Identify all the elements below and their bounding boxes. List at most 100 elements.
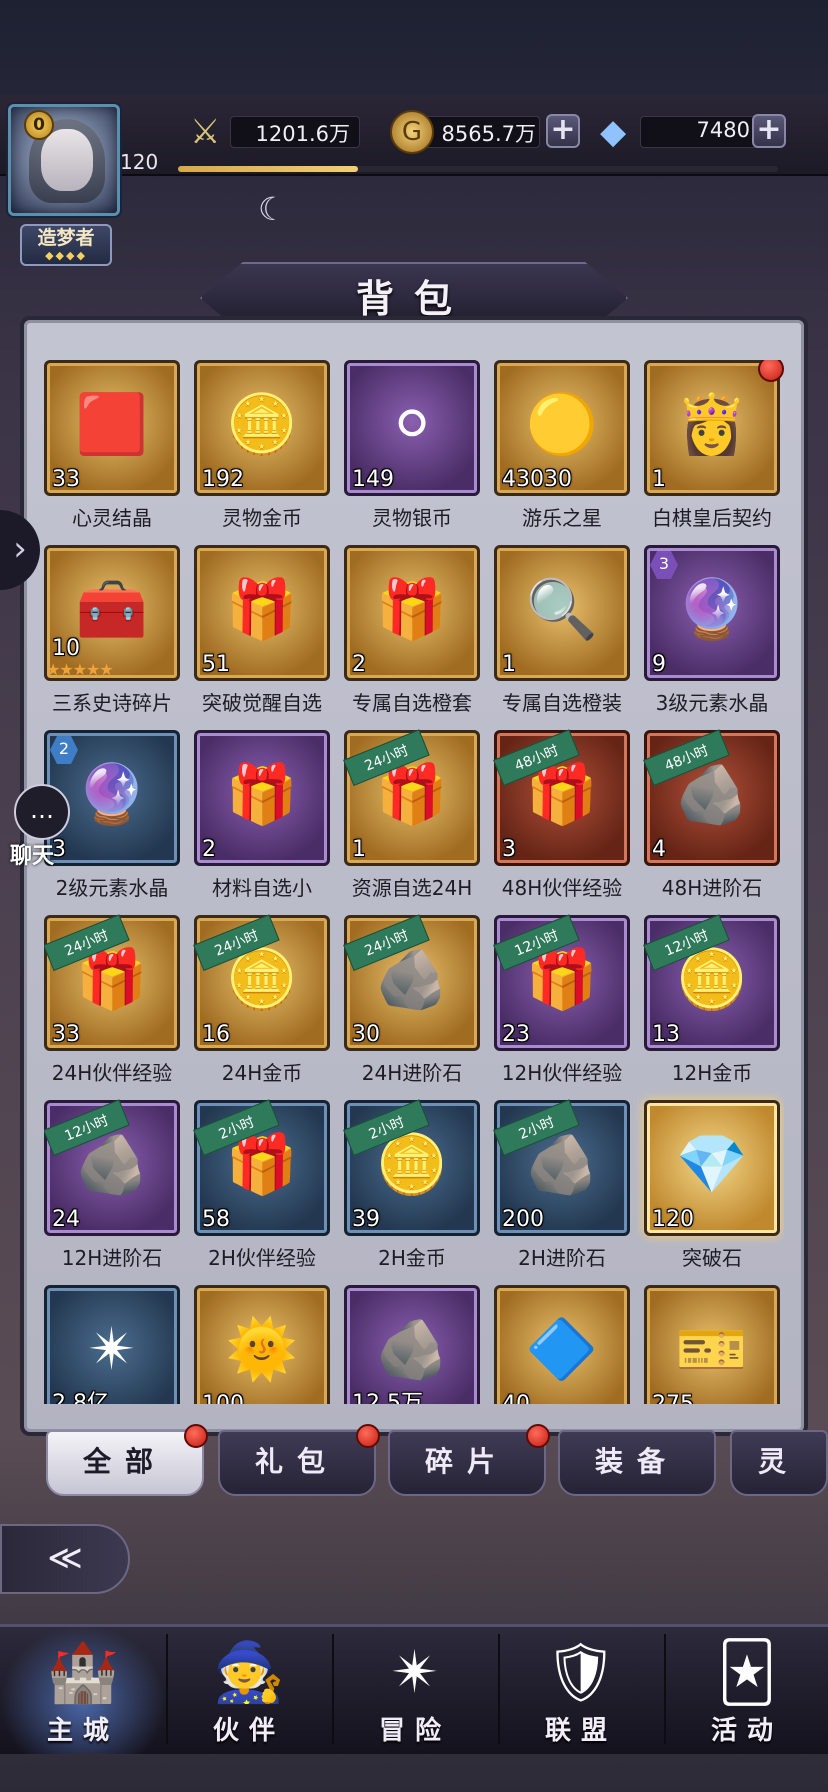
tab-label: 碎片 [424, 1445, 509, 1478]
inventory-slot[interactable]: 🪨 24小时 30 [343, 914, 480, 1051]
nav-label: 活动 [710, 1716, 783, 1746]
item-name: 24H进阶石 [361, 1061, 463, 1085]
nav-item-3[interactable]: 🛡 联盟 [498, 1624, 664, 1754]
inventory-slot[interactable]: ⚪ 149 [344, 360, 480, 496]
notification-dot [758, 360, 784, 382]
item-quantity: 1 [652, 467, 666, 492]
inventory-slot[interactable]: 🎁 2小时 58 [193, 1099, 330, 1236]
add-gold-button[interactable]: + [546, 114, 580, 148]
inventory-slot[interactable]: 🔮 3 9 [644, 545, 780, 681]
inventory-slot[interactable]: 🪙 2小时 39 [343, 1099, 480, 1236]
tab-2[interactable]: 碎片 [388, 1424, 550, 1496]
item-icon: 🔍 [525, 574, 599, 643]
inventory-slot[interactable]: 🔷 40 [494, 1285, 630, 1404]
inventory-grid[interactable]: 🟥 33 心灵结晶 🪙 192 灵物金币 ⚪ 149 灵物银币 🟡 43030 游乐之星 👸 1 白棋皇后契… [44, 360, 784, 1404]
nav-item-4[interactable]: 🃏 活动 [664, 1624, 828, 1754]
item-icon: 🎫 [675, 1314, 749, 1383]
inventory-slot[interactable]: 🎁 24小时 33 [44, 914, 180, 1051]
nav-icon: 🧙 [212, 1638, 286, 1706]
inventory-slot[interactable]: 🪙 12小时 13 [643, 914, 780, 1051]
nav-item-1[interactable]: 🧙 伙伴 [166, 1624, 332, 1754]
inventory-slot[interactable]: 🪨 2小时 200 [493, 1099, 630, 1236]
item-icon: 🟥 [75, 389, 149, 458]
inventory-slot[interactable]: 🎁 2 [344, 545, 480, 681]
item-name: 心灵结晶 [72, 506, 152, 530]
inventory-slot[interactable]: 🪨 12.5万 [344, 1285, 480, 1404]
inventory-slot[interactable]: 🎫 275 [644, 1285, 780, 1404]
item-icon: 🟡 [525, 389, 599, 458]
diamond-resource: ◆ 7480 [600, 110, 770, 154]
nav-item-0[interactable]: 🏰 主城 [0, 1624, 166, 1754]
nav-label: 主城 [46, 1716, 119, 1746]
item-name: 48H进阶石 [661, 876, 763, 900]
tab-1[interactable]: 礼包 [218, 1424, 380, 1496]
notification-dot [184, 1424, 208, 1448]
inventory-slot[interactable]: 🌞 100 [194, 1285, 330, 1404]
inventory-slot[interactable]: 👸 1 [644, 360, 784, 496]
nav-item-2[interactable]: ✴ 冒险 [332, 1624, 498, 1754]
inventory-slot[interactable]: 💎 120 [644, 1100, 780, 1236]
item-quantity: 24 [52, 1207, 80, 1232]
item-name: 12H伙伴经验 [501, 1061, 623, 1085]
nav-divider [664, 1634, 666, 1744]
inventory-slot[interactable]: 🔍 1 [494, 545, 630, 681]
tab-label: 灵 [757, 1445, 800, 1478]
item-name: 48H伙伴经验 [501, 876, 623, 900]
vip-badge[interactable]: 0 [24, 110, 54, 140]
inventory-slot[interactable]: 🪨 12小时 24 [44, 1099, 180, 1236]
inventory-slot[interactable]: 🪙 192 [194, 360, 330, 496]
chat-button[interactable]: … 聊天 [4, 784, 76, 869]
inventory-slot[interactable]: 🪙 24小时 16 [193, 914, 330, 1051]
notification-dot [356, 1424, 380, 1448]
item-icon: 🌞 [225, 1314, 299, 1383]
avatar-face [41, 129, 93, 191]
inventory-slot[interactable]: 🎁 12小时 23 [493, 914, 630, 1051]
nav-label: 冒险 [378, 1716, 451, 1746]
inventory-slot[interactable]: 🎁 51 [194, 545, 330, 681]
tab-3[interactable]: 装备 [558, 1430, 716, 1496]
player-title: 造梦者 [37, 227, 95, 249]
inventory-slot[interactable]: 🟥 33 [44, 360, 180, 496]
inventory-slot[interactable]: 🎁 2 [194, 730, 330, 866]
item-quantity: 43030 [502, 467, 572, 492]
gold-coin-icon: G [390, 110, 434, 154]
item-icon: 👸 [675, 389, 749, 458]
diamond-value: 7480 [696, 118, 750, 142]
inventory-slot[interactable]: 🧰 ★★★★★ 10 [44, 545, 180, 681]
add-diamond-button[interactable]: + [752, 114, 786, 148]
inventory-slot[interactable]: 🎁 48小时 3 [493, 729, 630, 866]
inventory-slot[interactable]: 🎁 24小时 1 [343, 729, 480, 866]
tab-0[interactable]: 全部 [46, 1424, 208, 1496]
back-button[interactable]: ≪ [0, 1524, 130, 1594]
item-icon: 🔷 [525, 1314, 599, 1383]
item-name: 24H伙伴经验 [51, 1061, 173, 1085]
item-quantity: 2 [352, 652, 366, 677]
item-icon: 🪙 [225, 389, 299, 458]
diamond-icon: ◆ [600, 112, 627, 152]
player-title-badge[interactable]: 造梦者 ◆◆◆◆ [20, 224, 112, 266]
tab-label: 装备 [594, 1445, 679, 1478]
inventory-slot[interactable]: ✴ 2.8亿 [44, 1285, 180, 1404]
item-icon: 🔮 [75, 759, 149, 828]
tab-4[interactable]: 灵 [730, 1430, 828, 1496]
notification-dot [526, 1424, 550, 1448]
item-icon: ✴ [87, 1315, 137, 1383]
moon-icon: ☾ [258, 190, 287, 228]
item-name: 材料自选小 [212, 876, 312, 900]
chat-bubble-icon: … [14, 784, 70, 840]
item-icon: 🔮 [675, 574, 749, 643]
tab-label: 礼包 [254, 1445, 339, 1478]
gold-value: 8565.7万 [441, 122, 536, 146]
exp-bar-fill [178, 166, 358, 172]
item-quantity: 10 [52, 636, 80, 661]
nav-label: 伙伴 [212, 1716, 285, 1746]
item-icon: 🎁 [225, 759, 299, 828]
page-title: 背包 [355, 276, 472, 321]
item-quantity: 51 [202, 652, 230, 677]
item-quantity: 3 [502, 837, 516, 862]
nav-icon: ✴ [390, 1638, 440, 1706]
nav-icon: 🏰 [46, 1638, 120, 1706]
inventory-slot[interactable]: 🪨 48小时 4 [643, 729, 780, 866]
inventory-slot[interactable]: 🟡 43030 [494, 360, 630, 496]
item-name: 2H进阶石 [518, 1246, 606, 1270]
